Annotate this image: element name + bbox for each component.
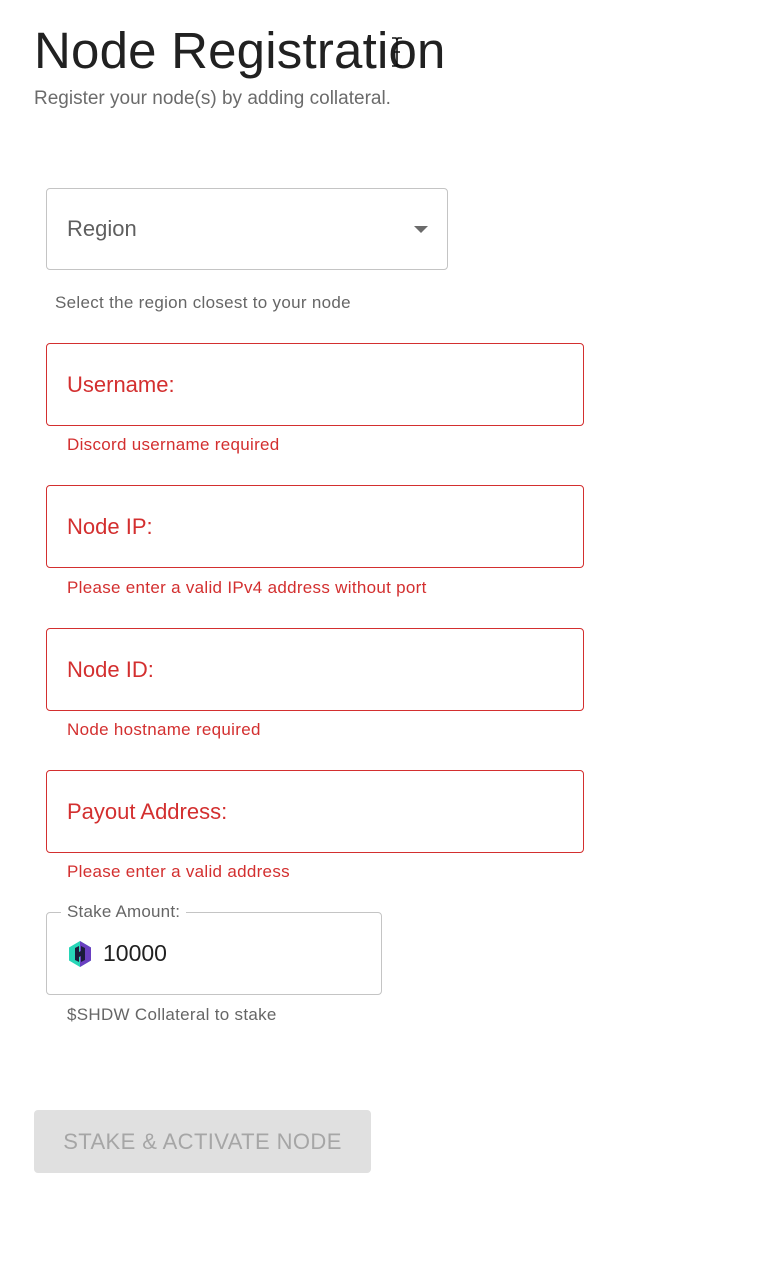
payout-address-input[interactable]	[47, 771, 583, 852]
node-registration-page: Node Registration Register your node(s) …	[0, 0, 763, 1265]
payout-address-field	[46, 770, 584, 853]
node-ip-field	[46, 485, 584, 568]
stake-amount-field: Stake Amount:	[46, 901, 382, 995]
page-subtitle: Register your node(s) by adding collater…	[34, 88, 391, 109]
username-error-text: Discord username required	[67, 435, 280, 454]
payout-address-error-text: Please enter a valid address	[67, 862, 290, 881]
node-id-error-text: Node hostname required	[67, 720, 261, 739]
username-field	[46, 343, 584, 426]
region-select[interactable]: Region	[46, 188, 448, 270]
node-id-field	[46, 628, 584, 711]
node-ip-input[interactable]	[47, 486, 583, 567]
username-input[interactable]	[47, 344, 583, 425]
text-cursor-icon	[392, 37, 402, 67]
node-ip-error-text: Please enter a valid IPv4 address withou…	[67, 578, 427, 597]
node-id-input[interactable]	[47, 629, 583, 710]
caret-down-icon	[414, 226, 428, 233]
region-helper-text: Select the region closest to your node	[55, 293, 351, 312]
region-select-label: Region	[67, 216, 137, 241]
stake-amount-input[interactable]	[103, 913, 363, 994]
page-title: Node Registration	[34, 22, 446, 79]
stake-activate-node-button[interactable]: STAKE & ACTIVATE NODE	[34, 1110, 371, 1173]
shdw-token-icon	[69, 941, 91, 967]
stake-amount-helper-text: $SHDW Collateral to stake	[67, 1005, 277, 1024]
